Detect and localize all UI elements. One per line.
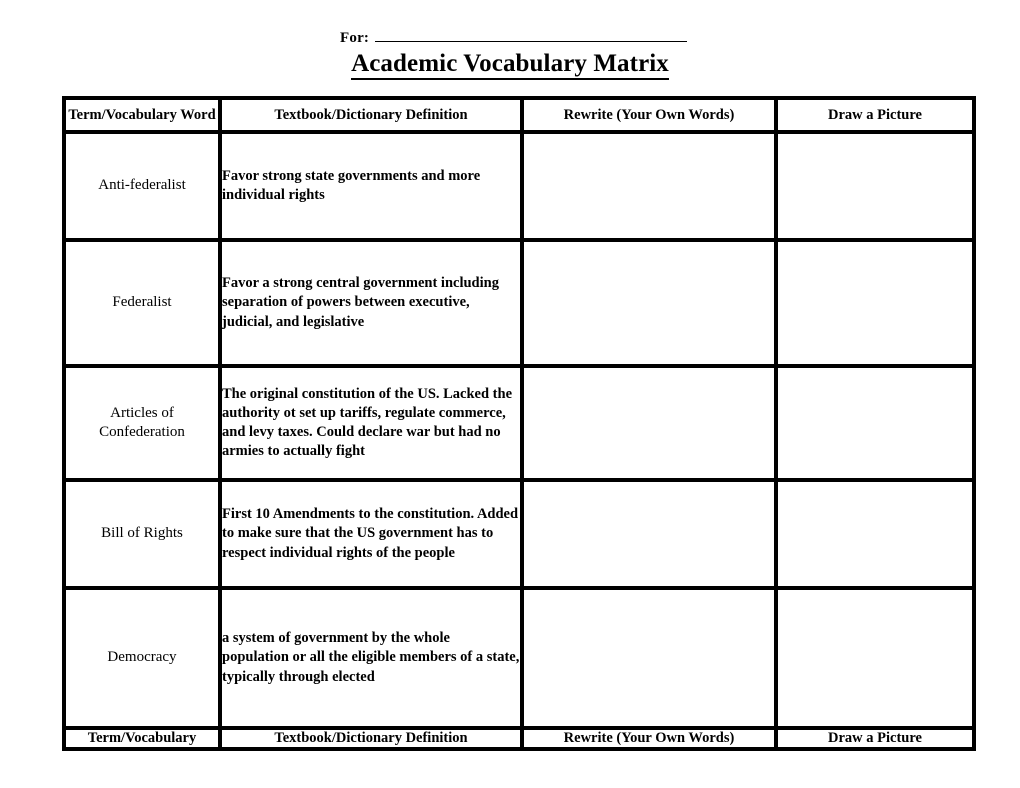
table-row: Democracy a system of government by the … [62, 590, 976, 730]
rewrite-cell[interactable] [524, 368, 778, 482]
table-row: Articles of Confederation The original c… [62, 368, 976, 482]
table-row: Federalist Favor a strong central govern… [62, 242, 976, 368]
term-cell: Federalist [62, 242, 222, 368]
rewrite-cell[interactable] [524, 242, 778, 368]
for-blank-input[interactable] [375, 28, 688, 42]
rewrite-cell[interactable] [524, 134, 778, 242]
definition-cell: Favor a strong central government includ… [222, 242, 524, 368]
rewrite-cell[interactable] [524, 482, 778, 590]
table-row: Anti-federalist Favor strong state gover… [62, 134, 976, 242]
column-footer-rewrite: Rewrite (Your Own Words) [524, 730, 778, 752]
term-cell: Articles of Confederation [62, 368, 222, 482]
term-cell: Democracy [62, 590, 222, 730]
picture-cell[interactable] [778, 368, 976, 482]
column-header-picture: Draw a Picture [778, 96, 976, 134]
definition-cell: Favor strong state governments and more … [222, 134, 524, 242]
vocabulary-matrix-table: Term/Vocabulary Word Textbook/Dictionary… [62, 96, 976, 752]
table-footer-row: Term/Vocabulary Textbook/Dictionary Defi… [62, 730, 976, 752]
term-cell: Anti-federalist [62, 134, 222, 242]
picture-cell[interactable] [778, 590, 976, 730]
picture-cell[interactable] [778, 134, 976, 242]
column-header-definition: Textbook/Dictionary Definition [222, 96, 524, 134]
picture-cell[interactable] [778, 482, 976, 590]
page-title-text: Academic Vocabulary Matrix [351, 50, 669, 80]
page-title: Academic Vocabulary Matrix [0, 50, 1020, 80]
column-footer-definition: Textbook/Dictionary Definition [222, 730, 524, 752]
definition-cell: a system of government by the whole popu… [222, 590, 524, 730]
table-row: Bill of Rights First 10 Amendments to th… [62, 482, 976, 590]
picture-cell[interactable] [778, 242, 976, 368]
for-label: For: [340, 30, 370, 46]
definition-cell: The original constitution of the US. Lac… [222, 368, 524, 482]
column-footer-term: Term/Vocabulary [62, 730, 222, 752]
table-header-row: Term/Vocabulary Word Textbook/Dictionary… [62, 96, 976, 134]
column-header-rewrite: Rewrite (Your Own Words) [524, 96, 778, 134]
column-header-term: Term/Vocabulary Word [62, 96, 222, 134]
for-field: For: [340, 28, 688, 47]
column-footer-picture: Draw a Picture [778, 730, 976, 752]
term-cell: Bill of Rights [62, 482, 222, 590]
definition-cell: First 10 Amendments to the constitution.… [222, 482, 524, 590]
rewrite-cell[interactable] [524, 590, 778, 730]
document-page: For: Academic Vocabulary Matrix Term/Voc… [0, 0, 1020, 788]
